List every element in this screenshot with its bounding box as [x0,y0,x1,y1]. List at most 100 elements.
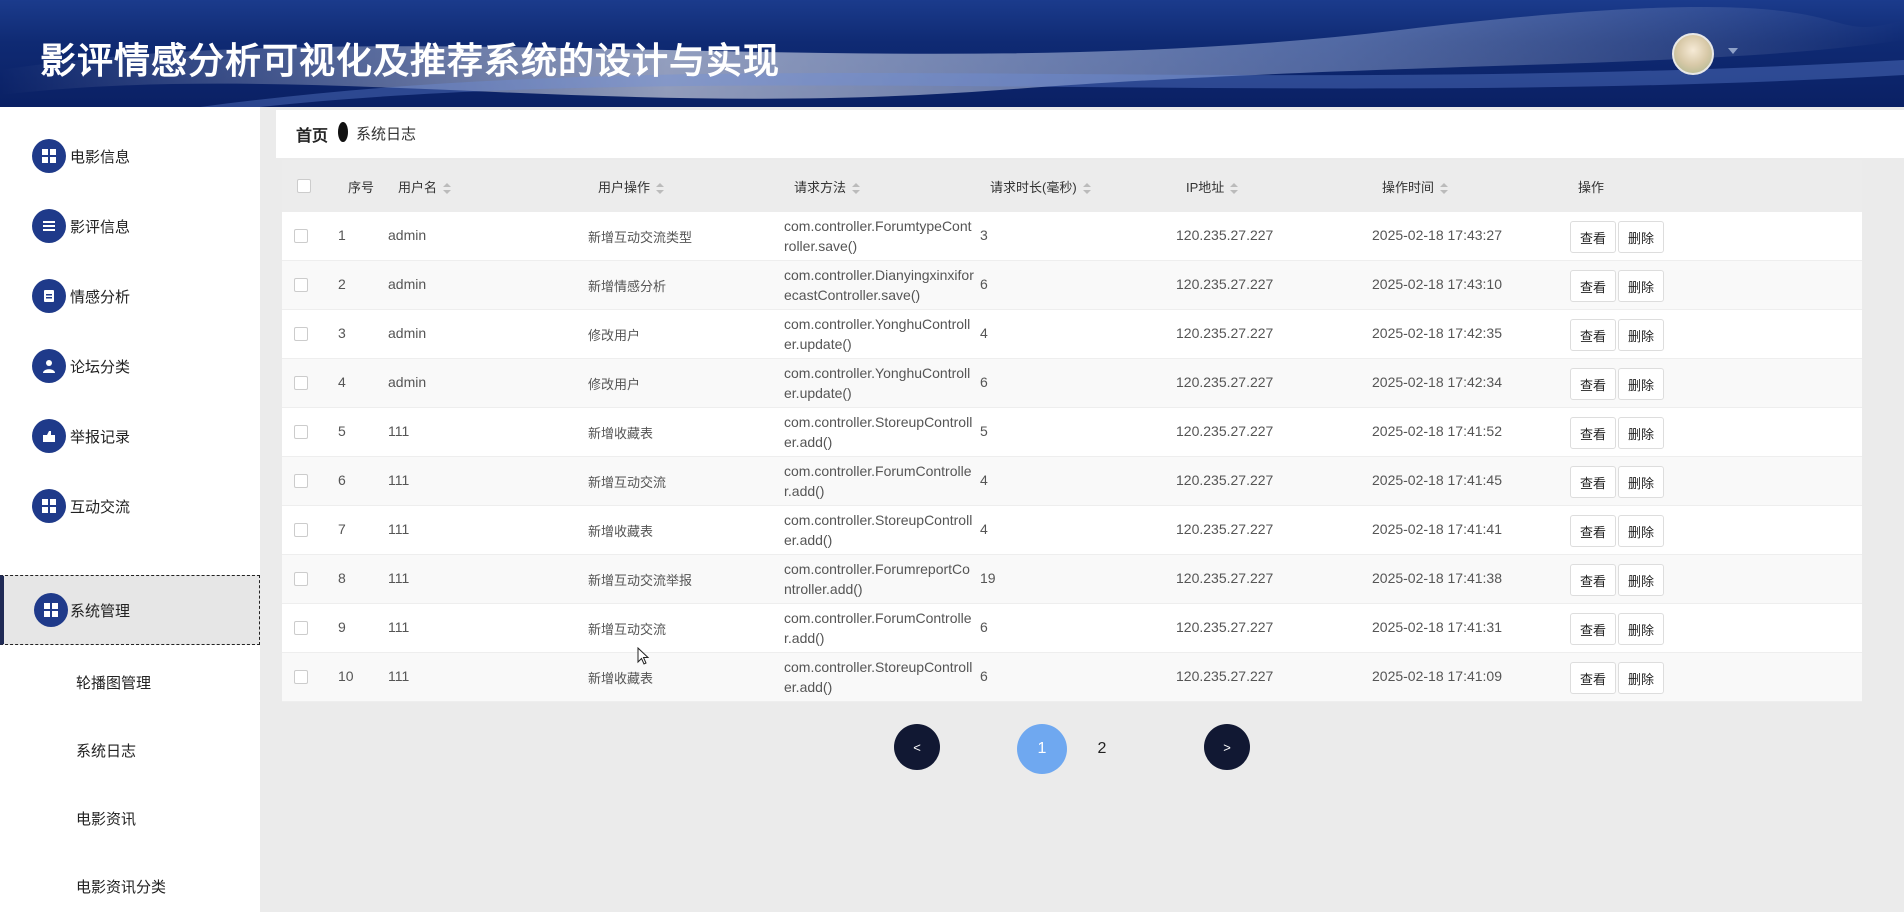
cell-index: 10 [338,668,354,684]
cell-method: com.controller.ForumtypeController.save(… [784,218,972,254]
row-checkbox[interactable] [294,670,308,684]
cell-time: 2025-02-18 17:41:41 [1372,521,1502,537]
sidebar-item-label: 举报记录 [70,428,131,446]
table-row: 2 admin 新增情感分析 com.controller.Dianyingxinxi… [282,261,1862,310]
delete-button[interactable]: 删除 [1618,417,1665,449]
view-button[interactable]: 查看 [1570,466,1617,498]
breadcrumb-home[interactable]: 首页 [296,122,328,146]
select-all-checkbox[interactable] [297,179,311,193]
sidebar-item-forum-category[interactable]: 论坛分类 [0,331,260,401]
cell-method: com.controller.ForumController.add() [784,463,972,499]
view-button[interactable]: 查看 [1570,417,1617,449]
cell-username: admin [388,276,427,292]
cell-index: 4 [338,374,346,390]
page-2-button[interactable]: 2 [1077,724,1127,774]
table-row: 1 admin 新增互动交流类型 com.controller.ForumtypeCo… [282,212,1862,261]
delete-button[interactable]: 删除 [1618,515,1665,547]
sort-icon [656,182,665,195]
sidebar-item-system-management[interactable]: 系统管理 [0,575,260,645]
row-checkbox[interactable] [294,425,308,439]
delete-button[interactable]: 删除 [1618,270,1665,302]
sidebar-subitem-movie-news-category[interactable]: 电影资讯分类 [76,876,166,897]
sidebar-item-movie-info[interactable]: 电影信息 [0,121,260,191]
breadcrumb: 首页 系统日志 [276,110,1904,158]
sidebar-subitem-system-log[interactable]: 系统日志 [76,740,136,761]
view-button[interactable]: 查看 [1570,368,1617,400]
cell-method: com.controller.ForumController.add() [784,610,972,646]
cell-index: 7 [338,521,346,537]
cell-method: com.controller.YonghuController.update() [784,365,971,401]
mouse-cursor-icon [637,647,650,665]
cell-operation: 新增互动交流 [588,475,667,490]
user-icon [32,349,66,383]
sidebar-item-review-info[interactable]: 影评信息 [0,191,260,261]
cell-time: 2025-02-18 17:41:09 [1372,668,1502,684]
row-checkbox[interactable] [294,376,308,390]
table-row: 4 admin 修改用户 com.controller.YonghuControlle… [282,359,1862,408]
column-header-operation[interactable]: 用户操作 [598,177,665,196]
column-header-username[interactable]: 用户名 [398,177,452,196]
sidebar-item-sentiment[interactable]: 情感分析 [0,261,260,331]
cell-ip: 120.235.27.227 [1176,521,1274,537]
cell-username: 111 [388,668,410,684]
delete-button[interactable]: 删除 [1618,662,1665,694]
view-button[interactable]: 查看 [1570,662,1617,694]
next-page-button[interactable]: > [1204,724,1250,770]
column-header-time[interactable]: 操作时间 [1382,177,1449,196]
view-button[interactable]: 查看 [1570,270,1617,302]
user-avatar[interactable] [1672,33,1714,75]
table-row: 9 111 新增互动交流 com.controller.ForumController… [282,604,1862,653]
sidebar-subitem-movie-news[interactable]: 电影资讯 [76,808,136,829]
column-header-duration[interactable]: 请求时长(毫秒) [990,177,1091,196]
delete-button[interactable]: 删除 [1618,613,1665,645]
cell-index: 5 [338,423,346,439]
sidebar-item-interaction[interactable]: 互动交流 [0,471,260,541]
row-checkbox[interactable] [294,229,308,243]
cell-username: 111 [388,521,410,537]
cell-ip: 120.235.27.227 [1176,325,1274,341]
row-checkbox[interactable] [294,572,308,586]
cell-time: 2025-02-18 17:41:45 [1372,472,1502,488]
view-button[interactable]: 查看 [1570,319,1617,351]
cell-ip: 120.235.27.227 [1176,668,1274,684]
cell-duration: 6 [980,276,988,292]
column-header-method[interactable]: 请求方法 [794,177,861,196]
column-header-label: 用户名 [398,180,438,195]
row-checkbox[interactable] [294,278,308,292]
prev-page-button[interactable]: < [894,724,940,770]
cell-method: com.controller.StoreupController.add() [784,659,973,695]
view-button[interactable]: 查看 [1570,221,1617,253]
delete-button[interactable]: 删除 [1618,319,1665,351]
cell-method: com.controller.StoreupController.add() [784,414,973,450]
cell-method: com.controller.ForumreportController.add… [784,561,970,597]
row-checkbox[interactable] [294,474,308,488]
view-button[interactable]: 查看 [1570,515,1617,547]
cell-ip: 120.235.27.227 [1176,423,1274,439]
delete-button[interactable]: 删除 [1618,564,1665,596]
grid-icon [32,139,66,173]
delete-button[interactable]: 删除 [1618,368,1665,400]
sidebar-item-report-records[interactable]: 举报记录 [0,401,260,471]
view-button[interactable]: 查看 [1570,613,1617,645]
cell-username: admin [388,374,427,390]
row-checkbox[interactable] [294,327,308,341]
cell-username: 111 [388,570,410,586]
cell-duration: 3 [980,227,988,243]
chevron-down-icon[interactable] [1728,48,1738,54]
view-button[interactable]: 查看 [1570,564,1617,596]
sidebar-subitem-carousel[interactable]: 轮播图管理 [76,672,151,693]
cell-operation: 新增收藏表 [588,524,654,539]
cell-username: admin [388,325,427,341]
cell-duration: 19 [980,570,996,586]
row-checkbox[interactable] [294,621,308,635]
cell-ip: 120.235.27.227 [1176,619,1274,635]
page-1-button[interactable]: 1 [1017,724,1067,774]
delete-button[interactable]: 删除 [1618,466,1665,498]
cell-time: 2025-02-18 17:43:27 [1372,227,1502,243]
table-row: 8 111 新增互动交流举报 com.controller.ForumreportCo… [282,555,1862,604]
cell-index: 2 [338,276,346,292]
sidebar-item-label: 影评信息 [70,218,131,236]
delete-button[interactable]: 删除 [1618,221,1665,253]
row-checkbox[interactable] [294,523,308,537]
column-header-ip[interactable]: IP地址 [1186,177,1239,196]
